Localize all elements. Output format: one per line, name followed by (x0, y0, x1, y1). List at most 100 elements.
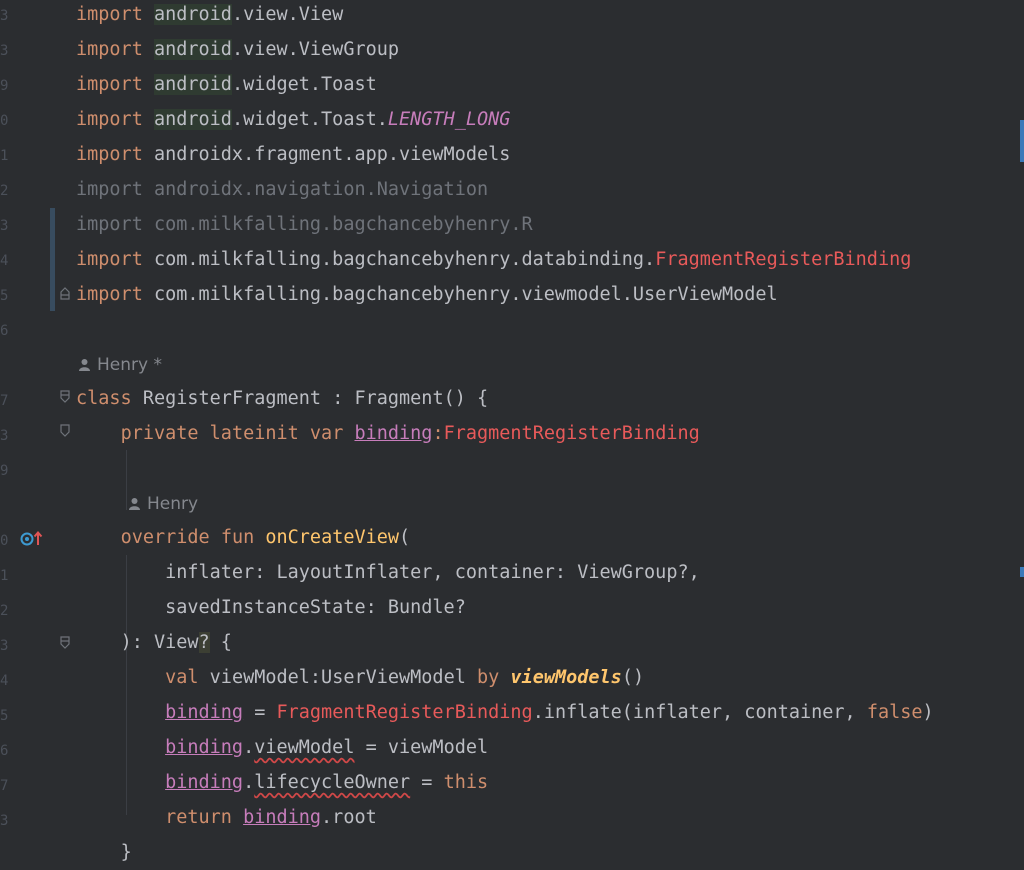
code-line[interactable]: import android.widget.Toast.LENGTH_LONG (76, 102, 510, 137)
import-path: .view.ViewGroup (231, 39, 400, 60)
code-line[interactable]: import android.widget.Toast (76, 67, 377, 102)
user-icon (129, 498, 140, 510)
import-path: com.milkfalling.bagchancebyhenry.R (153, 214, 533, 235)
import-path: com.milkfalling.bagchancebyhenry.viewmod… (153, 284, 778, 305)
code-line[interactable]: binding = FragmentRegisterBinding.inflat… (76, 695, 934, 730)
code-line[interactable]: import com.milkfalling.bagchancebyhenry.… (76, 277, 778, 312)
line-number: 4 (0, 253, 9, 269)
code-line[interactable]: savedInstanceState: Bundle? (76, 590, 466, 625)
import-path: androidx.fragment.app.viewModels (153, 144, 511, 165)
user-icon (79, 359, 90, 371)
line-number: 7 (0, 778, 9, 794)
code-text: savedInstanceState: Bundle? (165, 597, 466, 618)
code-text: = (410, 772, 444, 793)
code-line[interactable]: binding.lifecycleOwner = this (76, 765, 488, 800)
code-text: = (243, 702, 277, 723)
keyword: lateinit (209, 423, 299, 444)
line-number: 1 (0, 148, 9, 164)
line-number: 3 (0, 813, 9, 829)
author-hint[interactable]: Henry * (78, 350, 162, 380)
code-line[interactable]: ): View? { (76, 625, 232, 660)
code-line[interactable]: private lateinit var binding:FragmentReg… (76, 416, 700, 451)
code-line[interactable]: import androidx.navigation.Navigation (76, 172, 488, 207)
code-text: viewModel:UserViewModel (209, 667, 466, 688)
keyword: class (76, 388, 132, 409)
keyword: import (76, 4, 143, 25)
import-path: com.milkfalling.bagchancebyhenry.databin… (153, 249, 656, 270)
code-text: . (243, 772, 255, 793)
code-text: { (209, 632, 232, 653)
keyword: val (165, 667, 199, 688)
code-line[interactable]: import com.milkfalling.bagchancebyhenry.… (76, 242, 911, 277)
keyword: override (120, 527, 210, 548)
package-name: android (153, 39, 232, 60)
code-editor[interactable]: import android.view.View import android.… (64, 0, 1024, 863)
code-line[interactable]: import android.view.ViewGroup (76, 32, 399, 67)
line-number: 3 (0, 638, 9, 654)
constant: LENGTH_LONG (387, 109, 511, 130)
keyword: import (76, 39, 143, 60)
author-hint[interactable]: Henry (128, 489, 198, 519)
code-line[interactable]: binding.viewModel = viewModel (76, 730, 488, 765)
code-text: ): View (120, 632, 199, 653)
unresolved-reference: lifecycleOwner (254, 772, 411, 793)
keyword: import (76, 284, 143, 305)
code-text: () (621, 667, 645, 688)
keyword: by (477, 667, 500, 688)
vcs-change-marker[interactable] (50, 208, 55, 311)
line-number: 3 (0, 218, 9, 234)
function-name: viewModels (510, 667, 622, 688)
unresolved-type: FragmentRegisterBinding (276, 702, 533, 723)
code-line[interactable]: import androidx.fragment.app.viewModels (76, 137, 510, 172)
package-name: android (153, 4, 232, 25)
code-line[interactable]: class RegisterFragment : Fragment() { (76, 381, 488, 416)
line-number: 1 (0, 568, 9, 584)
unresolved-reference: viewModel (254, 737, 355, 758)
keyword: import (76, 214, 143, 235)
code-line[interactable]: import android.view.View (76, 0, 343, 32)
override-method-icon[interactable] (20, 529, 44, 547)
function-name: onCreateView (265, 527, 400, 548)
code-text: ) (922, 702, 934, 723)
line-number: 9 (0, 463, 9, 479)
keyword: import (76, 249, 143, 270)
property-binding: binding (243, 807, 322, 828)
code-text: : (321, 388, 355, 409)
code-line[interactable]: } (76, 835, 132, 870)
import-path: androidx.navigation.Navigation (153, 179, 489, 200)
code-text: inflater: LayoutInflater, container: Vie… (165, 562, 700, 583)
import-path: .widget.Toast. (231, 109, 388, 130)
line-number: 2 (0, 603, 9, 619)
code-text: .inflate(inflater, container, (532, 702, 867, 723)
unresolved-type: FragmentRegisterBinding (443, 423, 700, 444)
import-path: .view.View (231, 4, 344, 25)
code-text: = viewModel (354, 737, 489, 758)
keyword: this (443, 772, 489, 793)
line-number: 9 (0, 78, 9, 94)
code-line[interactable]: val viewModel:UserViewModel by viewModel… (76, 660, 644, 695)
code-line[interactable]: override fun onCreateView( (76, 520, 411, 555)
package-name: android (153, 74, 232, 95)
author-name: Henry * (97, 355, 162, 375)
package-name: android (153, 109, 232, 130)
line-number: 5 (0, 288, 9, 304)
line-number: 3 (0, 428, 9, 444)
code-line[interactable]: inflater: LayoutInflater, container: Vie… (76, 555, 700, 590)
import-path: .widget.Toast (231, 74, 377, 95)
code-line[interactable]: return binding.root (76, 800, 377, 835)
property-binding: binding (165, 702, 244, 723)
keyword: import (76, 179, 143, 200)
line-number: 3 (0, 8, 9, 24)
line-number: 2 (0, 183, 9, 199)
keyword: import (76, 144, 143, 165)
keyword: private (120, 423, 199, 444)
code-text: Fragment() { (354, 388, 489, 409)
code-text: . (243, 737, 255, 758)
line-number: 5 (0, 708, 9, 724)
indent-guide (126, 450, 127, 510)
keyword: import (76, 74, 143, 95)
line-number: 0 (0, 113, 9, 129)
property-binding: binding (165, 737, 244, 758)
code-line[interactable]: import com.milkfalling.bagchancebyhenry.… (76, 207, 533, 242)
keyword: false (866, 702, 923, 723)
